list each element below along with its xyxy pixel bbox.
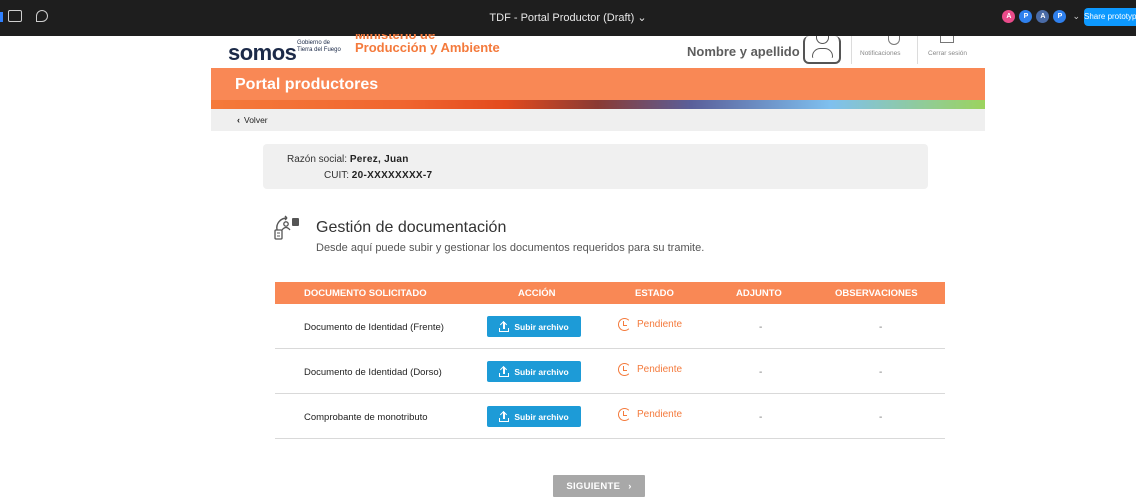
observations-value: - bbox=[879, 412, 883, 423]
avatar[interactable]: A bbox=[1036, 10, 1050, 23]
upload-icon bbox=[499, 320, 510, 332]
attachment-value: - bbox=[759, 367, 763, 378]
attachment-value: - bbox=[759, 412, 763, 423]
figma-toolbar: TDF - Portal Productor (Draft) ⌄ A P A P… bbox=[0, 0, 1136, 36]
document-name: Documento de Identidad (Dorso) bbox=[304, 367, 442, 378]
upload-button[interactable]: Subir archivo bbox=[487, 361, 581, 382]
file-title[interactable]: TDF - Portal Productor (Draft) ⌄ bbox=[0, 11, 1136, 24]
brand-gradient-bar bbox=[211, 100, 985, 109]
upload-icon bbox=[499, 410, 510, 422]
chevron-right-icon: › bbox=[628, 480, 632, 492]
document-management-icon bbox=[274, 215, 299, 240]
observations-value: - bbox=[879, 367, 883, 378]
section-subtitle: Desde aquí puede subir y gestionar los d… bbox=[316, 242, 705, 254]
table-row: Comprobante de monotributo Subir archivo… bbox=[275, 394, 945, 439]
divider bbox=[851, 36, 852, 64]
portal-title: Portal productores bbox=[235, 76, 379, 93]
status-badge: Pendiente bbox=[618, 408, 682, 421]
chevron-down-icon[interactable]: ⌄ bbox=[1072, 11, 1080, 22]
logout-label[interactable]: Cerrar sesión bbox=[928, 50, 967, 57]
collaborator-avatars: A P A P ⌄ bbox=[1002, 10, 1080, 23]
bell-icon[interactable] bbox=[888, 36, 900, 45]
upload-button[interactable]: Subir archivo bbox=[487, 406, 581, 427]
clock-icon bbox=[618, 363, 631, 376]
cuit-row: CUIT: 20-XXXXXXXX-7 bbox=[324, 170, 433, 181]
next-button[interactable]: SIGUIENTE › bbox=[553, 475, 645, 497]
razon-social-row: Razón social: Perez, Juan bbox=[287, 154, 409, 165]
column-header: OBSERVACIONES bbox=[835, 288, 918, 299]
back-link[interactable]: ‹ Volver bbox=[237, 115, 268, 125]
attachment-value: - bbox=[759, 322, 763, 333]
document-name: Comprobante de monotributo bbox=[304, 412, 428, 423]
back-label: Volver bbox=[244, 115, 268, 125]
chevron-left-icon: ‹ bbox=[237, 115, 240, 125]
upload-button[interactable]: Subir archivo bbox=[487, 316, 581, 337]
divider bbox=[917, 36, 918, 64]
razon-social-value: Perez, Juan bbox=[349, 154, 409, 165]
document-name: Documento de Identidad (Frente) bbox=[304, 322, 444, 333]
table-header: DOCUMENTO SOLICITADO ACCIÓN ESTADO ADJUN… bbox=[275, 282, 945, 304]
status-badge: Pendiente bbox=[618, 318, 682, 331]
column-header: ESTADO bbox=[635, 288, 674, 299]
share-prototype-button[interactable]: Share prototype bbox=[1084, 8, 1136, 26]
back-bar: ‹ Volver bbox=[211, 109, 985, 131]
avatar[interactable]: P bbox=[1019, 10, 1033, 23]
table-row: Documento de Identidad (Dorso) Subir arc… bbox=[275, 349, 945, 394]
avatar[interactable]: A bbox=[1002, 10, 1016, 23]
ministry-logo: Ministerio de Producción y Ambiente bbox=[355, 34, 500, 55]
column-header: ADJUNTO bbox=[736, 288, 782, 299]
observations-value: - bbox=[879, 322, 883, 333]
portal-banner: Portal productores bbox=[211, 68, 985, 100]
user-avatar-icon[interactable] bbox=[803, 36, 841, 64]
company-info-box: Razón social: Perez, Juan CUIT: 20-XXXXX… bbox=[263, 144, 928, 189]
notifications-label[interactable]: Notificaciones bbox=[860, 50, 900, 57]
user-name: Nombre y apellido bbox=[687, 44, 800, 59]
documents-table: DOCUMENTO SOLICITADO ACCIÓN ESTADO ADJUN… bbox=[275, 282, 945, 439]
gov-logo-text: Gobierno de Tierra del Fuego bbox=[297, 40, 341, 53]
status-badge: Pendiente bbox=[618, 363, 682, 376]
section-title: Gestión de documentación bbox=[316, 219, 507, 236]
logout-icon[interactable] bbox=[940, 36, 954, 43]
somos-logo: somos bbox=[228, 40, 297, 65]
column-header: DOCUMENTO SOLICITADO bbox=[304, 288, 427, 299]
avatar[interactable]: P bbox=[1053, 10, 1067, 23]
column-header: ACCIÓN bbox=[518, 288, 556, 299]
table-row: Documento de Identidad (Frente) Subir ar… bbox=[275, 304, 945, 349]
site-header: somos Gobierno de Tierra del Fuego Minis… bbox=[211, 34, 985, 68]
cuit-value: 20-XXXXXXXX-7 bbox=[351, 170, 433, 181]
clock-icon bbox=[618, 408, 631, 421]
clock-icon bbox=[618, 318, 631, 331]
upload-icon bbox=[499, 365, 510, 377]
